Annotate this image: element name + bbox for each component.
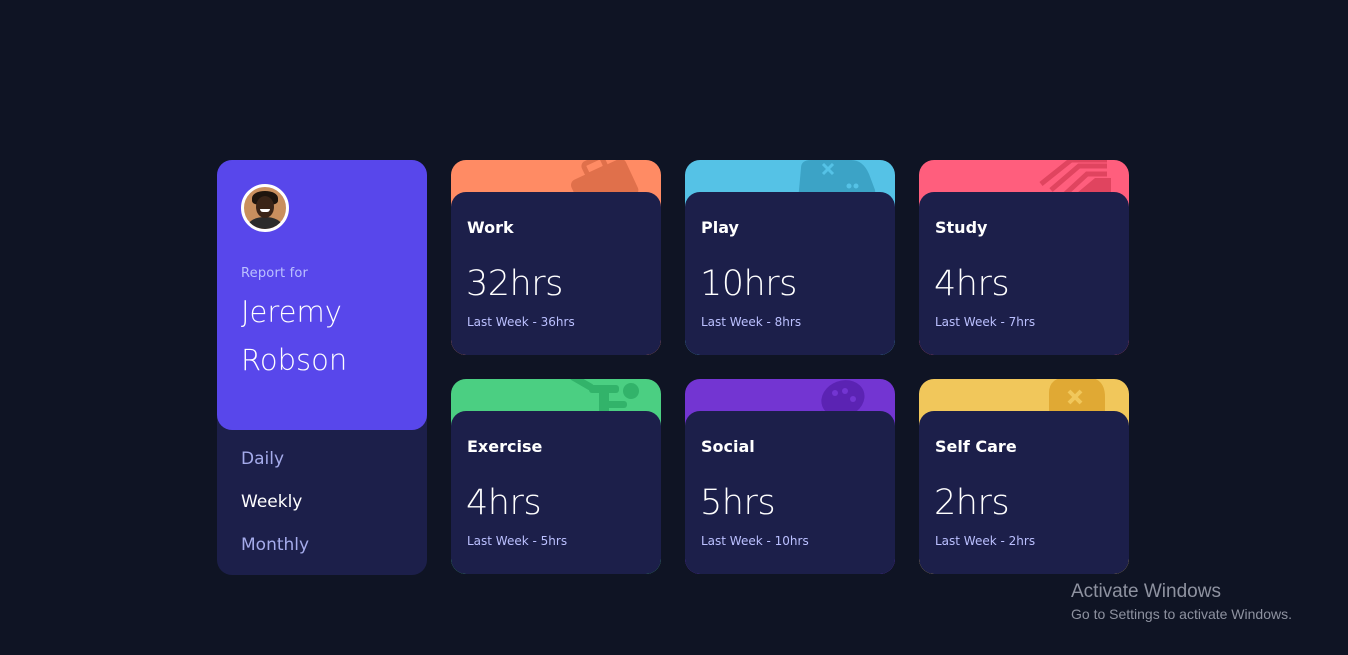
card-social-current: 5hrs <box>700 483 776 523</box>
period-weekly[interactable]: Weekly <box>241 492 302 512</box>
activate-subtitle: Go to Settings to activate Windows. <box>1071 606 1292 622</box>
user-name: Jeremy Robson <box>241 295 348 377</box>
activate-title: Activate Windows <box>1071 581 1221 602</box>
card-play-title: Play <box>701 218 739 237</box>
profile-card: Report for Jeremy Robson Daily Weekly Mo… <box>217 160 427 575</box>
windows-activation-watermark: Activate Windows Go to Settings to activ… <box>1071 581 1292 622</box>
card-work-title: Work <box>467 218 514 237</box>
card-self-care-body[interactable]: Self Care 2hrs Last Week - 2hrs <box>919 411 1129 574</box>
period-monthly[interactable]: Monthly <box>241 535 309 555</box>
card-study: Study 4hrs Last Week - 7hrs <box>919 160 1129 355</box>
card-social-title: Social <box>701 437 755 456</box>
card-self-care-title: Self Care <box>935 437 1017 456</box>
card-social: Social 5hrs Last Week - 10hrs <box>685 379 895 574</box>
card-play: Play 10hrs Last Week - 8hrs <box>685 160 895 355</box>
card-play-current: 10hrs <box>700 264 797 304</box>
card-exercise-body[interactable]: Exercise 4hrs Last Week - 5hrs <box>451 411 661 574</box>
card-exercise-previous: Last Week - 5hrs <box>467 534 568 548</box>
card-study-title: Study <box>935 218 988 237</box>
card-self-care-previous: Last Week - 2hrs <box>935 534 1036 548</box>
card-play-previous: Last Week - 8hrs <box>701 315 802 329</box>
card-work-previous: Last Week - 36hrs <box>467 315 575 329</box>
card-social-body[interactable]: Social 5hrs Last Week - 10hrs <box>685 411 895 574</box>
card-exercise: Exercise 4hrs Last Week - 5hrs <box>451 379 661 574</box>
profile-header: Report for Jeremy Robson <box>217 160 427 430</box>
card-self-care-current: 2hrs <box>934 483 1010 523</box>
period-daily[interactable]: Daily <box>241 449 284 469</box>
card-self-care: Self Care 2hrs Last Week - 2hrs <box>919 379 1129 574</box>
avatar <box>241 184 289 232</box>
card-play-body[interactable]: Play 10hrs Last Week - 8hrs <box>685 192 895 355</box>
card-exercise-current: 4hrs <box>466 483 542 523</box>
card-study-body[interactable]: Study 4hrs Last Week - 7hrs <box>919 192 1129 355</box>
card-exercise-title: Exercise <box>467 437 543 456</box>
card-study-current: 4hrs <box>934 264 1010 304</box>
card-work: Work 32hrs Last Week - 36hrs <box>451 160 661 355</box>
time-tracking-dashboard: Report for Jeremy Robson Daily Weekly Mo… <box>217 160 1129 575</box>
report-for-label: Report for <box>241 266 309 281</box>
card-work-current: 32hrs <box>466 264 563 304</box>
card-social-previous: Last Week - 10hrs <box>701 534 809 548</box>
card-study-previous: Last Week - 7hrs <box>935 315 1036 329</box>
card-work-body[interactable]: Work 32hrs Last Week - 36hrs <box>451 192 661 355</box>
